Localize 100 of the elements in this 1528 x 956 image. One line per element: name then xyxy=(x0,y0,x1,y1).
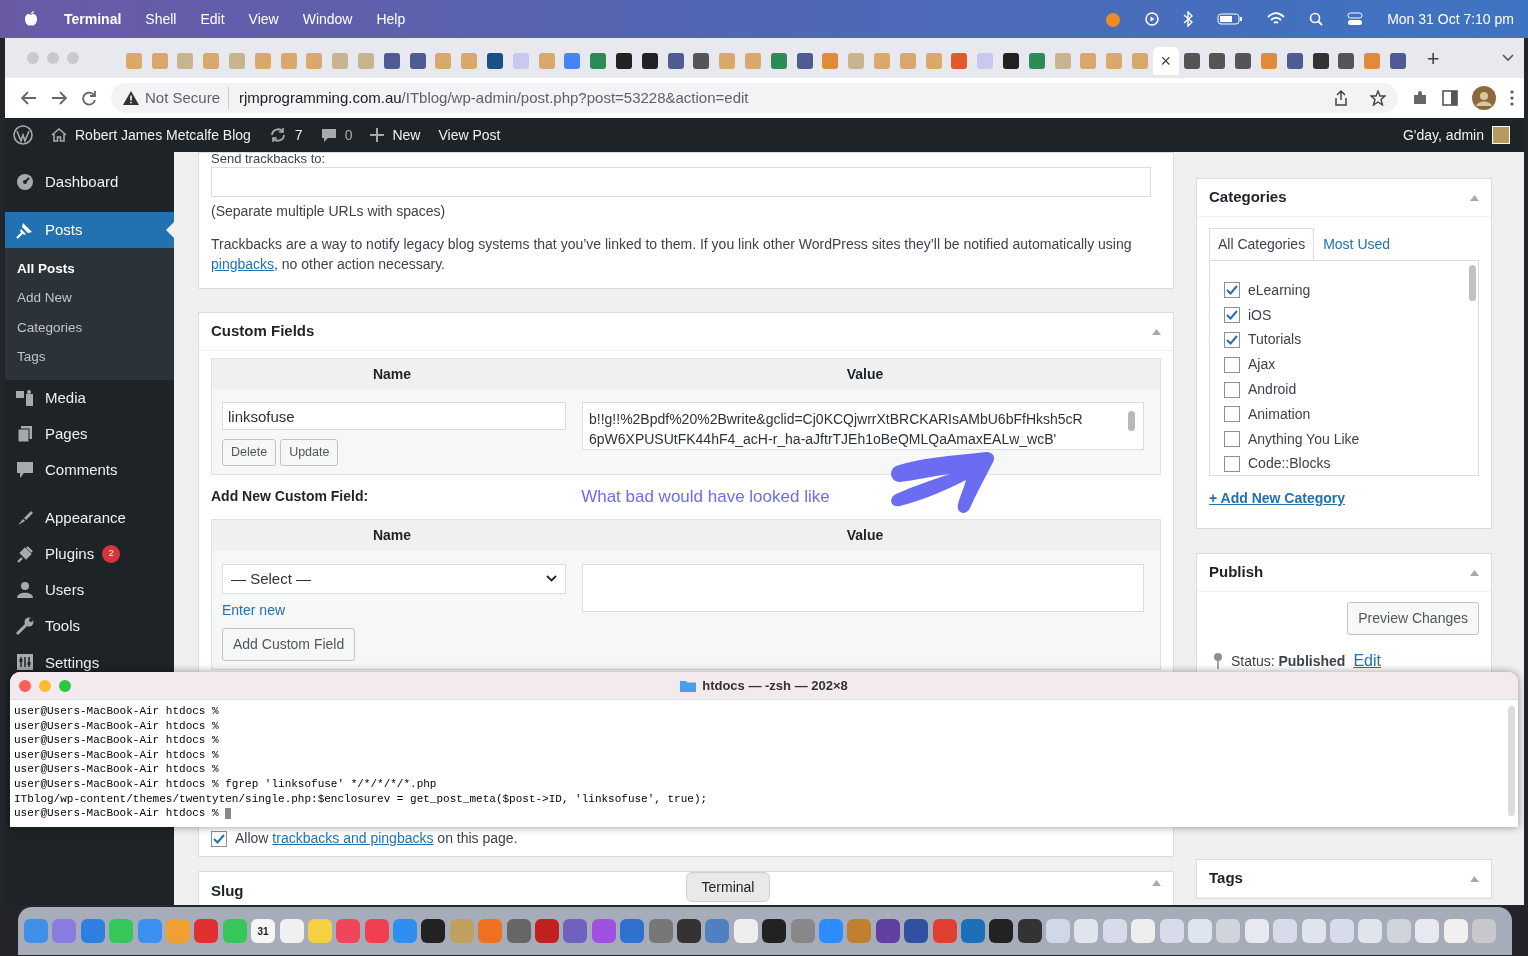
checkbox[interactable] xyxy=(211,830,227,847)
forward-icon[interactable] xyxy=(51,91,67,105)
app-icon[interactable] xyxy=(677,919,701,943)
new-tab-button[interactable]: + xyxy=(1426,41,1440,75)
category-tab[interactable]: All Categories xyxy=(1209,228,1315,261)
app-icon[interactable] xyxy=(989,919,1014,943)
app-icon[interactable] xyxy=(1017,919,1042,943)
wifi-icon[interactable] xyxy=(1267,12,1286,26)
close-button[interactable] xyxy=(19,680,31,692)
trackbacks-field[interactable] xyxy=(211,167,1151,197)
checkbox[interactable] xyxy=(1224,356,1240,373)
back-icon[interactable] xyxy=(21,91,37,105)
sidebar-item[interactable]: Plugins 2 xyxy=(5,536,174,572)
control-center-icon[interactable] xyxy=(1347,12,1364,26)
chevron-down-icon[interactable] xyxy=(1502,54,1514,62)
wordpress-logo-icon[interactable] xyxy=(13,125,33,145)
search-icon[interactable] xyxy=(1309,12,1324,26)
app-icon[interactable] xyxy=(904,919,929,943)
apple-icon[interactable] xyxy=(24,11,38,27)
menu-item[interactable]: Edit xyxy=(200,8,225,30)
bluetooth-icon[interactable] xyxy=(1183,11,1194,27)
submenu-item[interactable]: All Posts xyxy=(5,254,174,284)
sidebar-item[interactable]: Tools xyxy=(5,608,174,644)
status-app-icon[interactable] xyxy=(1105,11,1122,27)
menu-item[interactable]: Shell xyxy=(145,8,177,30)
submenu-item[interactable]: Tags xyxy=(5,342,174,372)
collapse-icon[interactable] xyxy=(1470,569,1479,576)
checkbox[interactable] xyxy=(1224,381,1240,398)
submenu-item[interactable]: Categories xyxy=(5,313,174,343)
more-menu-icon[interactable] xyxy=(1510,90,1514,106)
chevron-down-icon xyxy=(546,575,557,583)
value-field[interactable]: b!!g!!%2Bpdf%20%2Bwrite&gclid=Cj0KCQjwrrXtBRCKARIsAMbU6bFfHksh5cR 6pW6XPUSUtFK44hF4_acH-r_ha-aJftrTJEh1oBeQMLQaAmaxEALw_wcB' xyxy=(582,402,1144,450)
field-button[interactable]: Delete xyxy=(222,439,277,466)
greeting-link[interactable]: G'day, admin xyxy=(1403,124,1484,146)
plus-icon[interactable] xyxy=(370,128,385,142)
collapse-icon[interactable] xyxy=(1152,328,1161,335)
app-icon[interactable] xyxy=(421,919,446,943)
comments-count[interactable]: 0 xyxy=(344,124,353,146)
preview-changes-button[interactable]: Preview Changes xyxy=(1347,602,1479,635)
view-post-link[interactable]: View Post xyxy=(438,124,501,146)
trackbacks-link[interactable]: trackbacks and pingbacks xyxy=(272,830,434,846)
window-control[interactable] xyxy=(67,52,79,64)
new-link[interactable]: New xyxy=(392,124,421,146)
window-control[interactable] xyxy=(47,52,59,64)
battery-icon[interactable] xyxy=(1217,12,1244,26)
add-custom-field-button[interactable]: Add Custom Field xyxy=(222,627,356,661)
checkbox[interactable] xyxy=(1224,431,1240,448)
checkbox[interactable] xyxy=(1224,332,1240,348)
checkbox[interactable] xyxy=(1224,282,1240,299)
sidebar-icon[interactable] xyxy=(1442,90,1458,106)
submenu-item[interactable]: Add New xyxy=(5,283,174,313)
menu-item[interactable]: Help xyxy=(376,8,406,30)
puzzle-icon[interactable] xyxy=(1412,90,1428,106)
scrollbar-thumb[interactable] xyxy=(1508,706,1515,816)
address-bar[interactable]: Not Secure rjmprogramming.com.au/ITblog/wp-admin/post.php?post=53228&action=edit xyxy=(111,83,1398,113)
updates-count[interactable]: 7 xyxy=(294,124,303,146)
profile-avatar-icon[interactable] xyxy=(1472,86,1496,110)
refresh-icon[interactable] xyxy=(268,127,287,143)
sidebar-item[interactable]: Posts xyxy=(5,212,174,248)
zoom-button[interactable] xyxy=(59,680,71,692)
star-icon[interactable] xyxy=(1370,90,1386,106)
name-field[interactable]: linksofuse xyxy=(222,402,566,430)
checkbox[interactable] xyxy=(1224,455,1240,472)
sidebar-item[interactable]: Appearance xyxy=(5,500,174,536)
checkmark-icon xyxy=(213,833,225,844)
sidebar-item[interactable]: Media xyxy=(5,380,174,416)
play-circle-icon[interactable] xyxy=(1145,12,1160,26)
app-icon[interactable] xyxy=(875,919,900,943)
collapse-icon[interactable] xyxy=(1470,194,1479,201)
sidebar-item[interactable]: Dashboard xyxy=(5,164,174,200)
field-button[interactable]: Update xyxy=(280,439,339,466)
category-tab[interactable]: Most Used xyxy=(1314,228,1400,261)
edit-link[interactable]: Edit xyxy=(1353,649,1381,673)
enter-new-link[interactable]: Enter new xyxy=(222,599,286,621)
menu-item[interactable]: Terminal xyxy=(64,8,122,30)
scrollbar-thumb[interactable] xyxy=(1469,265,1476,301)
sidebar-item[interactable]: Settings xyxy=(5,644,174,672)
add-category-link[interactable]: + Add New Category xyxy=(1209,488,1345,509)
browser-tab[interactable]: × xyxy=(1152,47,1179,75)
value-field[interactable] xyxy=(582,563,1144,612)
clock[interactable]: Mon 31 Oct 7:10 pm xyxy=(1387,8,1514,30)
sidebar-item[interactable]: Pages xyxy=(5,416,174,452)
home-icon[interactable] xyxy=(51,128,67,142)
key-select[interactable]: — Select — xyxy=(222,563,566,594)
menu-item[interactable]: Window xyxy=(302,8,353,30)
sidebar-item[interactable]: Users xyxy=(5,572,174,608)
minimize-button[interactable] xyxy=(39,680,51,692)
comment-icon[interactable] xyxy=(320,127,337,143)
reload-icon[interactable] xyxy=(81,90,97,106)
site-name-link[interactable]: Robert James Metcalfe Blog xyxy=(75,124,251,146)
window-control[interactable] xyxy=(27,52,39,64)
menu-item[interactable]: View xyxy=(248,8,279,30)
app-icon[interactable] xyxy=(762,919,787,943)
app-icon[interactable]: 31 xyxy=(251,919,276,943)
sidebar-item[interactable]: Comments xyxy=(5,452,174,488)
checkbox[interactable] xyxy=(1224,406,1240,423)
collapse-icon[interactable] xyxy=(1152,880,1161,886)
checkbox[interactable] xyxy=(1224,307,1240,324)
share-icon[interactable] xyxy=(1334,90,1348,106)
collapse-icon[interactable] xyxy=(1470,875,1479,882)
